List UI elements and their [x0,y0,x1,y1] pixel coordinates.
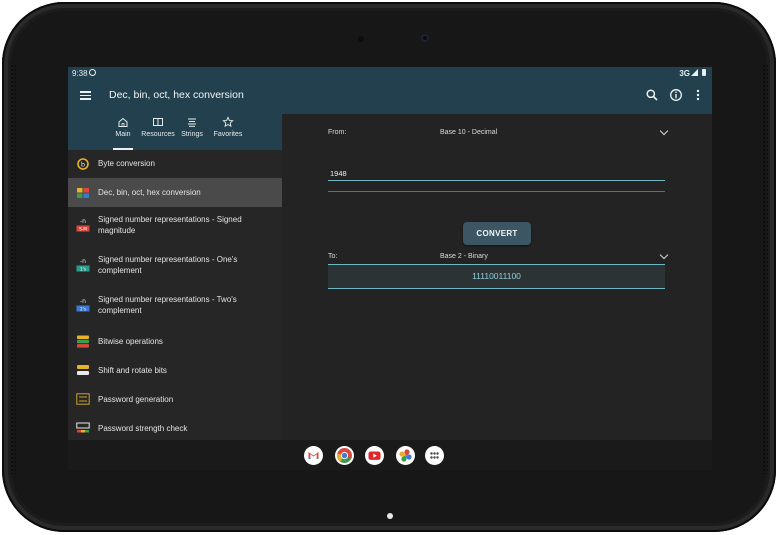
app-drawer-icon[interactable] [425,446,444,465]
result-output: 11110011100 [328,264,665,289]
network-type: 3G [679,69,690,78]
nav-item-label: Shift and rotate bits [98,366,167,375]
nav-item-twos-complement[interactable]: -n 2's Signed number representations - T… [68,287,282,327]
dnd-icon [89,69,96,76]
nav-item-label: Bitwise operations [98,337,163,346]
dock [68,440,712,470]
svg-text:-n: -n [80,298,86,305]
nav-list: b Byte conversion Dec, bin, oct, hex con… [68,150,282,443]
hamburger-menu-icon[interactable] [80,91,91,100]
nav-item-label: Signed number representations - Signed m… [98,215,242,235]
nav-item-password-strength[interactable]: Password strength check [68,414,282,443]
app-bar: 9:38 3G Dec, bin, oct, hex conversion [68,67,712,114]
password-strength-icon [76,422,90,433]
tab-resources-label: Resources [141,131,175,138]
front-camera [421,34,429,42]
info-icon[interactable] [669,88,683,102]
svg-text:b: b [81,161,85,169]
tab-strings[interactable]: Strings [179,116,205,148]
chrome-glyph [336,448,352,463]
from-label: From: [328,129,347,136]
to-label: To: [328,253,338,260]
nav-item-label: Dec, bin, oct, hex conversion [98,188,201,197]
from-select[interactable]: Base 10 - Decimal [440,129,497,136]
byte-icon: b [77,158,89,170]
home-icon [118,117,128,127]
twos-complement-icon: -n 2's [76,298,90,312]
grid-icon [77,188,89,198]
youtube-glyph [368,451,381,460]
photos-icon[interactable] [396,446,415,465]
ones-complement-badge: 1's [80,267,86,272]
speaker-grille-left [10,64,16,474]
chrome-icon[interactable] [335,446,354,465]
nav-item-label: Byte conversion [98,159,155,168]
shift-icon [77,365,89,375]
password-gen-icon [76,393,90,405]
strings-icon [188,118,196,127]
more-options-icon[interactable] [691,88,705,102]
screen: 9:38 3G Dec, bin, oct, hex conversion Ma… [68,67,712,470]
nav-item-signed-magnitude[interactable]: -n S-M Signed number representations - S… [68,207,282,247]
divider [328,191,665,192]
number-input[interactable] [330,167,630,179]
home-indicator [387,513,393,519]
tab-main-label: Main [115,131,131,138]
nav-item-password-generation[interactable]: Password generation [68,385,282,414]
gmail-glyph [308,452,319,459]
photos-glyph [399,449,412,462]
signed-magnitude-icon: -n S-M [76,218,90,232]
convert-button[interactable]: CONVERT [463,222,531,245]
tab-favorites-label: Favorites [213,131,243,138]
book-icon [153,118,163,126]
to-select[interactable]: Base 2 - Binary [440,253,488,260]
tab-main[interactable]: Main [113,116,133,150]
nav-item-dec-bin-oct-hex[interactable]: Dec, bin, oct, hex conversion [68,178,282,207]
bitwise-icon [77,335,89,348]
app-drawer-glyph [430,452,439,459]
sidebar-tabs: Main Resources Strings Favorites [68,114,282,150]
tab-resources[interactable]: Resources [141,116,175,148]
nav-item-label: Signed number representations - One's co… [98,255,238,275]
chevron-down-icon[interactable] [659,250,669,260]
nav-item-label: Password generation [98,395,174,404]
chevron-down-icon[interactable] [659,126,669,136]
number-input-field[interactable] [328,167,665,181]
status-bar: 9:38 3G [68,67,712,81]
status-time: 9:38 [72,69,88,78]
signed-magnitude-badge: S-M [79,227,87,232]
search-icon[interactable] [645,88,659,102]
twos-complement-badge: 2's [80,307,86,312]
svg-text:-n: -n [80,218,86,225]
tab-strings-label: Strings [181,131,203,138]
nav-item-label: Password strength check [98,424,188,433]
nav-item-byte-conversion[interactable]: b Byte conversion [68,150,282,178]
tab-favorites[interactable]: Favorites [212,116,244,148]
svg-text:-n: -n [80,258,86,265]
sensor-dot [358,36,364,42]
ones-complement-icon: -n 1's [76,258,90,272]
page-title: Dec, bin, oct, hex conversion [109,89,244,101]
nav-item-bitwise-operations[interactable]: Bitwise operations [68,327,282,356]
converter-panel: From: Base 10 - Decimal To: Base 2 - Bin… [282,114,712,440]
signal-icon [691,69,698,76]
nav-item-ones-complement[interactable]: -n 1's Signed number representations - O… [68,247,282,287]
nav-item-shift-rotate[interactable]: Shift and rotate bits [68,356,282,385]
battery-icon [702,69,706,76]
youtube-icon[interactable] [365,446,384,465]
speaker-grille-right [762,64,768,474]
sidebar: Main Resources Strings Favorites b Byte … [68,114,282,440]
gmail-icon[interactable] [304,446,323,465]
nav-item-label: Signed number representations - Two's co… [98,295,237,315]
star-icon [222,116,234,128]
